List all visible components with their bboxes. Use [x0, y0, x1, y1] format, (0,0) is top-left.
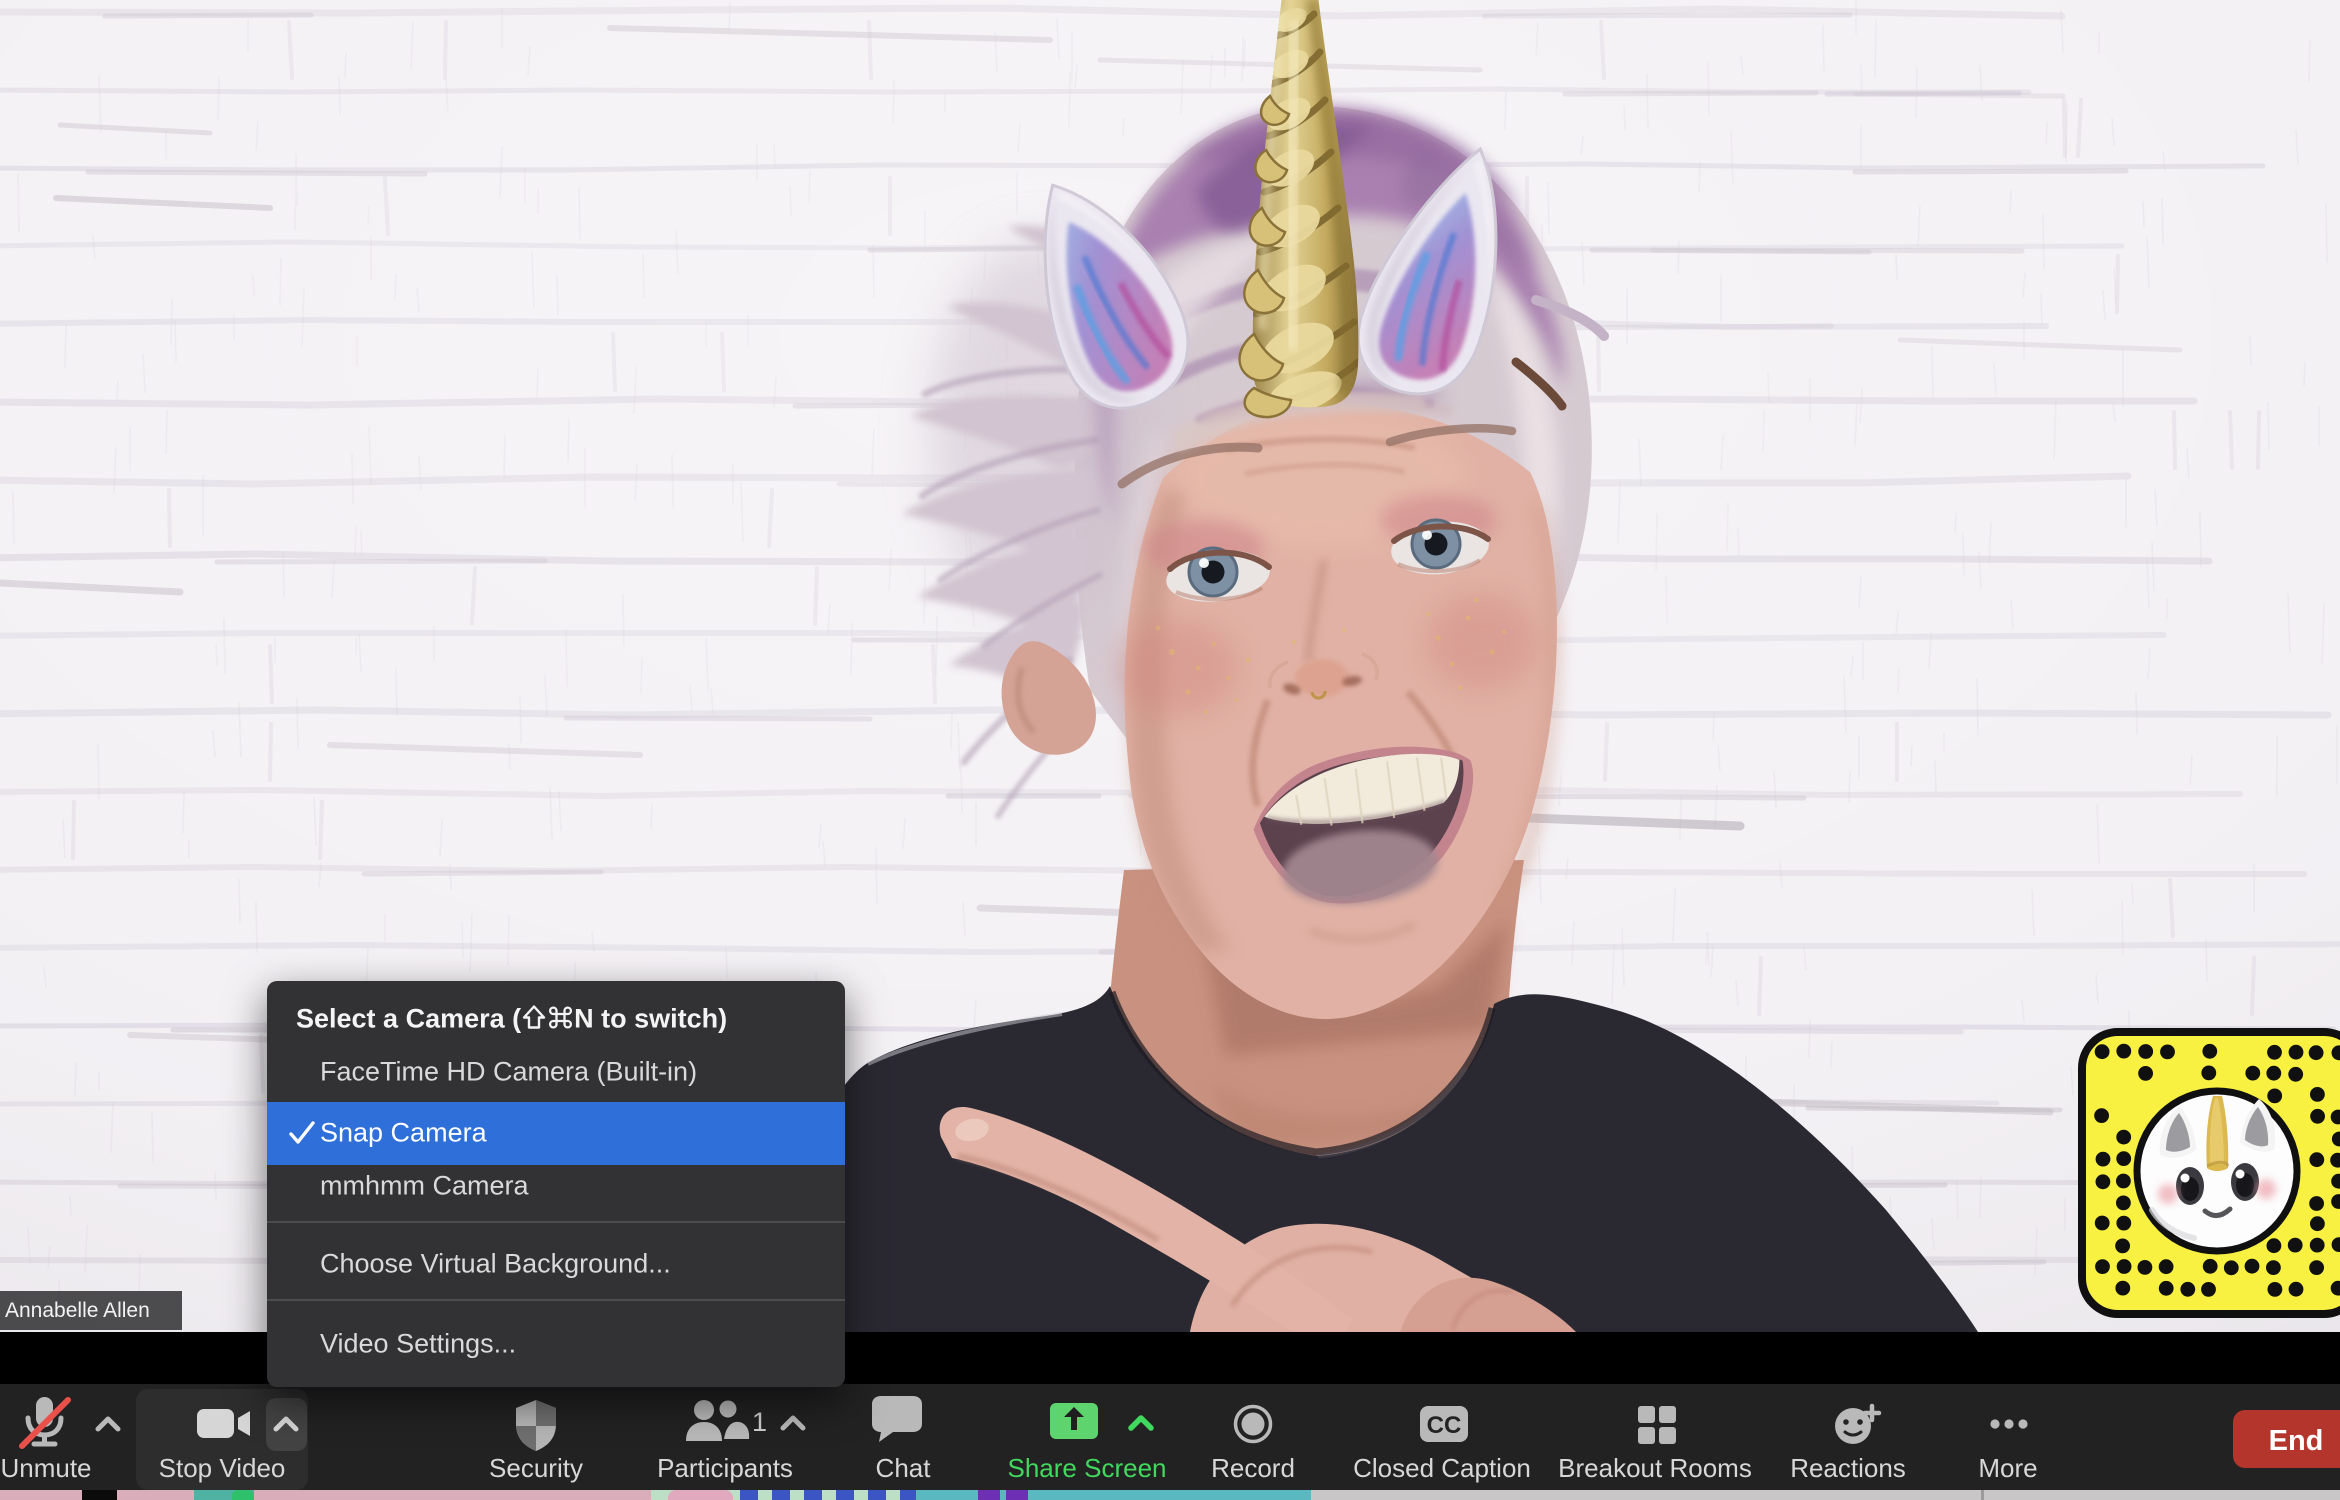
svg-text:1: 1	[752, 1407, 767, 1437]
svg-text:CC: CC	[1427, 1412, 1462, 1439]
svg-text:End: End	[2269, 1425, 2324, 1457]
